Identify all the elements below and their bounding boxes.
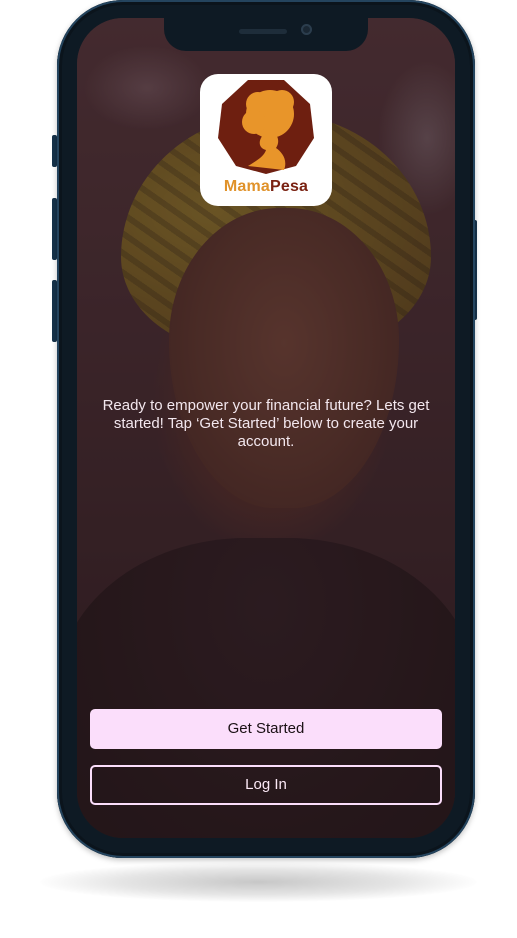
mockup-stage: MamaPesa Ready to empower your financial… [0,0,517,938]
device-shadow [40,862,477,902]
notch [164,18,368,51]
front-camera [301,24,312,35]
speaker-grille [239,29,287,34]
phone-frame: MamaPesa Ready to empower your financial… [57,0,475,858]
app-screen: MamaPesa Ready to empower your financial… [77,18,455,838]
app-logo: MamaPesa [200,74,332,206]
logo-wordmark-pesa: Pesa [269,178,309,195]
app-logo-wordmark: MamaPesa [200,178,332,196]
welcome-tagline: Ready to empower your financial future? … [102,397,430,450]
log-in-button[interactable]: Log In [90,765,442,805]
logo-wordmark-mama: Mama [223,178,270,195]
silhouette-logo-icon [218,80,314,174]
get-started-button[interactable]: Get Started [90,709,442,749]
